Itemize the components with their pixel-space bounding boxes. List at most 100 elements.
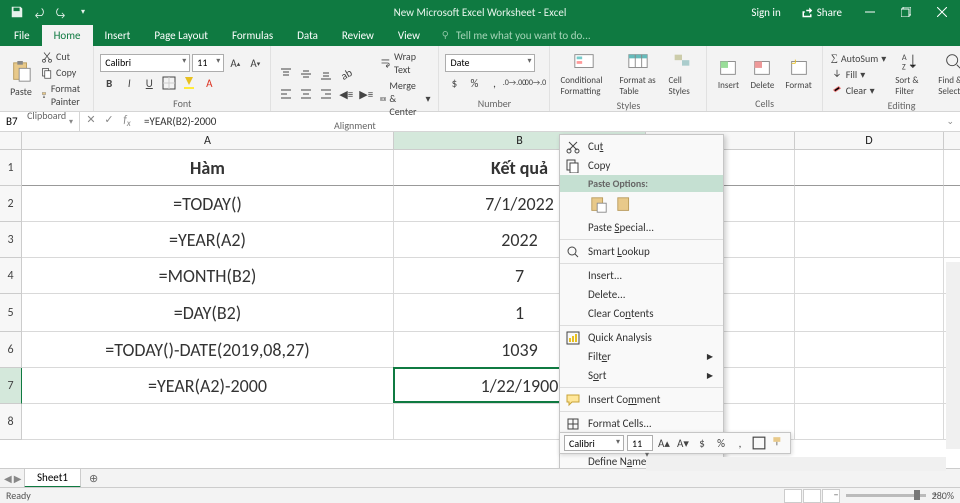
align-bottom-button[interactable] [317,65,335,83]
number-format-combo[interactable]: Date [445,54,535,72]
tab-view[interactable]: View [386,25,432,46]
ctx-clear-contents[interactable]: Clear Contents [560,304,723,323]
percent-format-button[interactable]: % [465,74,483,92]
row-header-2[interactable]: 2 [0,186,22,222]
ctx-cut[interactable]: Cut [560,137,723,156]
ctx-sort[interactable]: Sort▶ [560,366,723,385]
share-button[interactable]: Share [791,6,852,19]
cell-A6[interactable]: =TODAY()-DATE(2019,08,27) [22,332,394,368]
cell-A7[interactable]: =YEAR(A2)-2000 [22,368,394,404]
format-cells-button[interactable]: Format [781,54,815,93]
decrease-indent-button[interactable]: ◀≡ [337,85,355,103]
align-top-button[interactable] [277,65,295,83]
ctx-delete[interactable]: Delete... [560,285,723,304]
mini-borders[interactable] [751,435,767,451]
font-color-button[interactable]: A [200,74,218,92]
cell-D2[interactable] [795,186,944,222]
tab-file[interactable]: File [2,25,42,46]
sheet-nav-prev[interactable]: ◀ [4,472,12,485]
view-page-layout-button[interactable] [803,489,821,503]
merge-center-button[interactable]: Merge & Center ▾ [378,78,432,119]
increase-font-button[interactable]: A▴ [226,54,244,72]
cell-A8[interactable] [22,404,394,440]
cell-E2[interactable] [944,186,960,222]
redo-button[interactable] [50,1,72,23]
mini-font-combo[interactable]: Calibri [564,435,624,451]
select-all-button[interactable] [0,132,22,150]
wrap-text-button[interactable]: Wrap Text [378,49,432,77]
ctx-insert[interactable]: Insert... [560,266,723,285]
tab-review[interactable]: Review [330,25,386,46]
zoom-slider[interactable] [846,494,926,497]
sheet-nav-next[interactable]: ▶ [14,472,22,485]
find-select-button[interactable]: Find & Select [934,49,960,99]
borders-button[interactable] [160,74,178,92]
copy-button[interactable]: Copy [39,65,87,80]
format-as-table-button[interactable]: Format as Table [615,49,661,99]
bold-button[interactable]: B [100,74,118,92]
row-header-5[interactable]: 5 [0,294,22,332]
accounting-format-button[interactable]: $ [445,74,463,92]
align-right-button[interactable] [317,85,335,103]
fx-button[interactable]: fx [120,113,134,129]
ctx-format-cells[interactable]: Format Cells... [560,414,723,433]
ctx-filter[interactable]: Filter▶ [560,347,723,366]
align-center-button[interactable] [297,85,315,103]
col-header-A[interactable]: A [22,132,394,150]
increase-decimal-button[interactable]: .0→.00 [505,74,523,92]
fill-button[interactable]: Fill ▾ [829,67,889,82]
ctx-quick-analysis[interactable]: Quick Analysis [560,328,723,347]
underline-button[interactable]: U [140,74,158,92]
minimize-button[interactable] [852,0,888,24]
decrease-font-button[interactable]: A▾ [246,54,264,72]
qa-customize[interactable]: ▾ [72,1,94,23]
formula-bar[interactable]: =YEAR(B2)-2000 [138,115,940,128]
ctx-paste-default[interactable] [588,194,610,216]
cell-D5[interactable] [795,294,944,332]
tab-insert[interactable]: Insert [93,25,143,46]
row-header-3[interactable]: 3 [0,222,22,258]
undo-button[interactable] [28,1,50,23]
ctx-paste-values[interactable] [614,194,636,216]
restore-button[interactable] [888,0,924,24]
paste-button[interactable]: Paste [6,59,36,100]
mini-decrease-font[interactable]: A▾ [675,435,691,451]
insert-cells-button[interactable]: Insert [713,54,743,93]
ctx-smart-lookup[interactable]: Smart Lookup [560,242,723,261]
cell-A4[interactable]: =MONTH(B2) [22,258,394,294]
delete-cells-button[interactable]: Delete [746,54,778,93]
formula-bar-expand[interactable]: ⌄ [940,116,960,127]
horizontal-scrollbar[interactable] [646,457,946,471]
mini-percent[interactable]: % [713,435,729,451]
italic-button[interactable]: I [120,74,138,92]
cell-D6[interactable] [795,332,944,368]
orientation-button[interactable]: ab [337,65,355,83]
sheet-tab-1[interactable]: Sheet1 [24,468,81,488]
conditional-formatting-button[interactable]: Conditional Formatting [556,49,612,99]
increase-indent-button[interactable]: ▶≡ [357,85,375,103]
tell-me-search[interactable]: Tell me what you want to do... [432,25,960,46]
cell-A3[interactable]: =YEAR(A2) [22,222,394,258]
enter-formula-button[interactable]: ✓ [102,113,116,129]
font-size-combo[interactable]: 11 [192,54,224,72]
cell-E1[interactable] [944,150,960,186]
mini-increase-font[interactable]: A▴ [656,435,672,451]
tab-data[interactable]: Data [285,25,330,46]
sign-in-button[interactable]: Sign in [741,6,790,19]
view-normal-button[interactable] [784,489,802,503]
col-header-D[interactable]: D [795,132,944,150]
cancel-formula-button[interactable]: ✕ [84,113,98,129]
cell-A1[interactable]: Hàm [22,150,394,186]
cell-A5[interactable]: =DAY(B2) [22,294,394,332]
cell-D3[interactable] [795,222,944,258]
mini-format-painter[interactable] [770,435,786,451]
align-middle-button[interactable] [297,65,315,83]
row-header-8[interactable]: 8 [0,404,22,440]
cell-D4[interactable] [795,258,944,294]
worksheet-grid[interactable]: ABCDE 12345678 HàmKết quả=TODAY()7/1/202… [0,132,960,484]
clear-button[interactable]: Clear ▾ [829,83,889,98]
row-header-7[interactable]: 7 [0,368,22,404]
cell-D1[interactable] [795,150,944,186]
vertical-scrollbar[interactable] [946,262,960,449]
format-painter-button[interactable]: Format Painter [39,81,87,109]
